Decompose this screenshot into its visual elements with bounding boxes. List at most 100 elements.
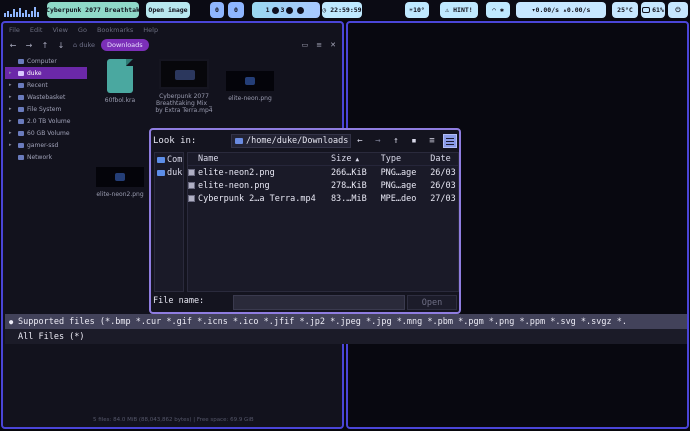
- open-image-label: Open image: [148, 6, 188, 14]
- column-header-name[interactable]: Name: [188, 154, 331, 164]
- filter-option-supported[interactable]: ● Supported files (*.bmp *.cur *.gif *.i…: [5, 314, 687, 329]
- battery-widget[interactable]: 61%: [641, 2, 665, 18]
- filter-option-all-files[interactable]: All Files (*): [5, 329, 687, 344]
- sidebar-item-recent[interactable]: ▸ Recent: [5, 79, 87, 91]
- video-thumbnail: [159, 59, 209, 89]
- column-header-type[interactable]: Type: [381, 154, 431, 164]
- open-file-dialog: Look in: /home/duke/Downloads ← → ↑ ▪ ≡ …: [149, 128, 461, 314]
- expand-caret-icon[interactable]: ▸: [9, 94, 15, 100]
- sidebar-item-gamer-ssd[interactable]: ▸ gamer-ssd: [5, 139, 87, 151]
- table-row[interactable]: elite-neon2.png 266…KiB PNG…age 26/03: [188, 166, 458, 179]
- menu-view[interactable]: View: [52, 26, 67, 34]
- sidebar-item-computer[interactable]: Computer: [5, 55, 87, 67]
- file-list: Name Size ▲ Type Date elite-neon2.png 266…: [187, 152, 459, 292]
- sidebar-item-60gb-volume[interactable]: ▸ 60 GB Volume: [5, 127, 87, 139]
- wifi-widget[interactable]: ◠ ✱: [486, 2, 510, 18]
- menu-edit[interactable]: Edit: [30, 26, 43, 34]
- file-name: Cyberpunk 2…a Terra.mp4: [198, 193, 316, 204]
- menu-icon[interactable]: ≡: [316, 41, 322, 49]
- network-speed-widget[interactable]: ▾ 0.00/s ▴ 0.00/s: [516, 2, 606, 18]
- back-arrow-icon[interactable]: ←: [351, 136, 369, 146]
- temperature-text: 25°C: [617, 6, 633, 14]
- krita-file-icon: [107, 59, 133, 93]
- file-type-dropdown: ● Supported files (*.bmp *.cur *.gif *.i…: [5, 314, 687, 346]
- list-view-icon[interactable]: ≡: [423, 136, 441, 146]
- workspace-dot-icon: [271, 6, 279, 14]
- new-folder-icon[interactable]: ▭: [302, 41, 309, 49]
- media-title-widget[interactable]: Cyberpunk 2077 Breathtak: [47, 2, 139, 18]
- sidebar-item-duke[interactable]: ▸ duke: [5, 67, 87, 79]
- forward-arrow-icon[interactable]: →: [369, 136, 387, 146]
- workspace-right-label: 0: [234, 6, 238, 14]
- sidebar-item-network[interactable]: Network: [5, 151, 87, 163]
- places-item-home[interactable]: duk: [155, 166, 183, 179]
- column-header-size[interactable]: Size ▲: [331, 154, 381, 164]
- expand-caret-icon[interactable]: ▸: [9, 142, 15, 148]
- forward-arrow-icon[interactable]: →: [21, 41, 37, 50]
- sidebar-item-2tb-volume[interactable]: ▸ 2.0 TB Volume: [5, 115, 87, 127]
- breadcrumb-home[interactable]: ⌂ duke: [73, 41, 95, 49]
- weather-widget[interactable]: ☀ 10°: [405, 2, 429, 18]
- sidebar-item-file-system[interactable]: ▸ File System: [5, 103, 87, 115]
- workspace-dot-icon: [286, 6, 294, 14]
- menu-bookmarks[interactable]: Bookmarks: [97, 26, 133, 34]
- parent-folder-icon[interactable]: ↑: [387, 136, 405, 146]
- close-icon[interactable]: ✕: [330, 41, 336, 49]
- table-row[interactable]: elite-neon.png 278…KiB PNG…age 26/03: [188, 179, 458, 192]
- workspace-1[interactable]: 1: [266, 6, 270, 14]
- workspaces-widget[interactable]: 1 3: [252, 2, 320, 18]
- image-thumbnail: [226, 71, 274, 91]
- column-header-date[interactable]: Date: [430, 154, 458, 164]
- detail-view-icon[interactable]: [443, 134, 457, 148]
- sidebar-item-label: Recent: [27, 81, 48, 89]
- back-arrow-icon[interactable]: ←: [5, 41, 21, 50]
- up-arrow-icon[interactable]: ↑: [37, 41, 53, 50]
- table-row[interactable]: Cyberpunk 2…a Terra.mp4 83.…MiB MPE…deo …: [188, 192, 458, 205]
- menu-go[interactable]: Go: [78, 26, 87, 34]
- expand-caret-icon[interactable]: ▸: [9, 118, 15, 124]
- file-item-video[interactable]: Cyberpunk 2077 Breathtaking Mix _ by Ext…: [153, 59, 215, 114]
- file-item-elite-neon2[interactable]: elite-neon2.png: [89, 167, 151, 198]
- filter-option-label: Supported files (*.bmp *.cur *.gif *.icn…: [18, 316, 627, 327]
- toolbar: ← → ↑ ↓ ⌂ duke Downloads ▭ ≡ ✕: [5, 37, 342, 53]
- video-file-icon: [188, 195, 195, 202]
- file-name-input[interactable]: [233, 295, 405, 310]
- file-name: elite-neon2.png: [96, 191, 144, 198]
- look-in-combobox[interactable]: /home/duke/Downloads: [231, 134, 351, 148]
- file-item-kra[interactable]: 60fbol.kra: [89, 59, 151, 104]
- open-image-button[interactable]: Open image: [146, 2, 190, 18]
- workspace-3[interactable]: 3: [281, 6, 285, 14]
- file-size: 266…KiB: [330, 167, 367, 178]
- temperature-widget[interactable]: 25°C: [612, 2, 638, 18]
- expand-caret-icon[interactable]: ▸: [9, 82, 15, 88]
- file-size: 278…KiB: [330, 180, 367, 191]
- workspace-left-button[interactable]: 0: [210, 2, 224, 18]
- new-folder-icon[interactable]: ▪: [405, 136, 423, 146]
- sidebar-item-label: duke: [27, 69, 42, 77]
- expand-caret-icon[interactable]: ▸: [9, 106, 15, 112]
- places-item-computer[interactable]: Com: [155, 153, 183, 166]
- menu-help[interactable]: Help: [143, 26, 158, 34]
- download-arrow-icon[interactable]: ↓: [53, 41, 69, 50]
- places-item-label: Com: [167, 154, 183, 165]
- battery-icon: [642, 7, 651, 13]
- power-button[interactable]: ⏻: [668, 2, 688, 18]
- media-title: Cyberpunk 2077 Breathtak: [47, 6, 139, 14]
- workspace-right-button[interactable]: 0: [228, 2, 244, 18]
- open-button[interactable]: Open: [407, 295, 457, 310]
- expand-caret-icon[interactable]: ▸: [9, 130, 15, 136]
- image-file-icon: [188, 182, 195, 189]
- menu-file[interactable]: File: [9, 26, 20, 34]
- expand-caret-icon[interactable]: ▸: [9, 70, 15, 76]
- breadcrumb-current[interactable]: Downloads: [100, 39, 149, 51]
- file-name: 60fbol.kra: [104, 97, 136, 104]
- file-size: 83.…MiB: [330, 193, 367, 204]
- sort-up-icon: ▲: [355, 156, 360, 163]
- file-name: elite-neon2.png: [198, 167, 275, 178]
- hint-widget[interactable]: ⚠ HINT!: [440, 2, 478, 18]
- sidebar-item-wastebasket[interactable]: ▸ Wastebasket: [5, 91, 87, 103]
- clock-icon: ◷: [322, 6, 331, 14]
- look-in-label: Look in:: [153, 136, 197, 146]
- file-item-elite-neon[interactable]: elite-neon.png: [219, 71, 281, 102]
- clock-widget[interactable]: ◷ 22:59:59: [322, 2, 362, 18]
